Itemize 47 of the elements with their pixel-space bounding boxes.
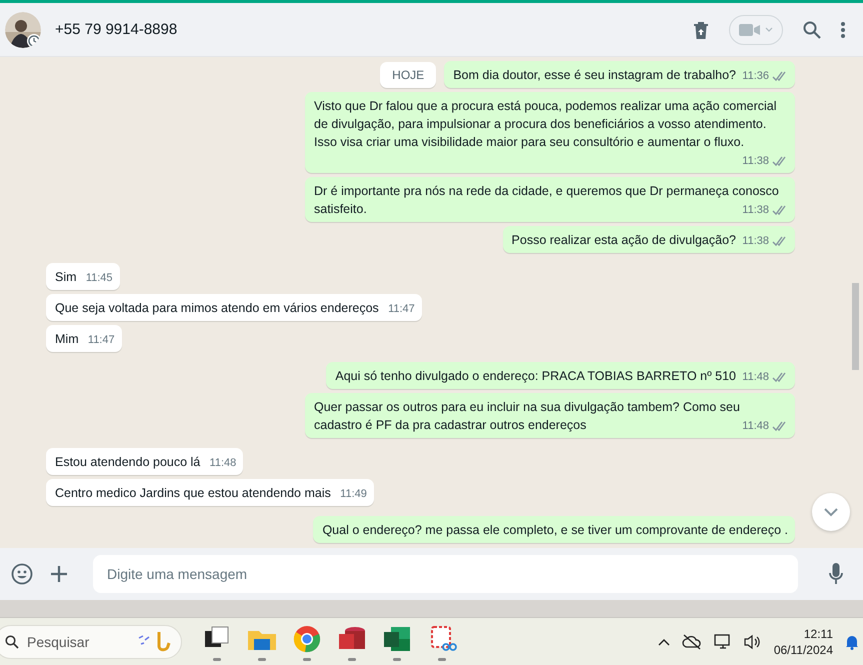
message-time: 11:38 xyxy=(742,154,769,169)
received-message: Que seja voltada para mimos atendo em vários endereços 11:47 xyxy=(46,294,422,321)
microphone-icon[interactable] xyxy=(829,563,843,585)
sent-message: Posso realizar esta ação de divulgação? 11:38 xyxy=(502,226,795,253)
received-message: Sim 11:45 xyxy=(46,263,120,290)
received-message: Estou atendendo pouco lá 11:48 xyxy=(46,448,244,475)
network-icon[interactable] xyxy=(714,634,732,650)
plus-icon[interactable] xyxy=(50,565,68,583)
trash-icon[interactable] xyxy=(693,20,709,38)
message-time: 11:48 xyxy=(742,419,769,434)
chevron-up-icon[interactable] xyxy=(658,638,670,646)
video-camera-icon xyxy=(739,22,761,36)
search-icon[interactable] xyxy=(803,20,821,38)
date-chip: HOJE xyxy=(380,62,436,88)
contact-name: +55 79 9914-8898 xyxy=(55,21,178,38)
scrollbar-thumb[interactable] xyxy=(852,283,859,370)
message-time: 11:36 xyxy=(742,69,769,84)
received-message: Centro medico Jardins que estou atendendo mais 11:49 xyxy=(46,479,374,506)
message-time: 11:38 xyxy=(742,203,769,218)
sent-message: Visto que Dr falou que a procura está pouca, podemos realizar uma ação comercial de divulgação, para impulsionar a procura dos beneficiários a vosso atendimento. Isso visa criar uma visibilidade maior para seu consultório e aumentar o fluxo. 11:38 xyxy=(305,92,795,173)
clock-time[interactable]: 12:11 xyxy=(804,626,833,642)
message-time: 11:49 xyxy=(340,487,367,502)
sent-message: Qual o endereço? me passa ele completo, e se tiver um comprovante de endereço . xyxy=(313,516,795,543)
volume-icon[interactable] xyxy=(744,634,762,650)
menu-icon[interactable] xyxy=(841,22,845,38)
message-time: 11:47 xyxy=(88,333,115,348)
sent-message: Dr é importante pra nós na rede da cidade, e queremos que Dr permaneça conosco satisfeito. 11:38 xyxy=(305,177,795,222)
bell-icon[interactable] xyxy=(845,634,859,650)
received-message: Mim 11:47 xyxy=(46,325,122,352)
caret-icon xyxy=(765,27,773,32)
scroll-down-button[interactable] xyxy=(812,493,850,531)
message-time: 11:48 xyxy=(742,370,769,385)
cloud-off-icon[interactable] xyxy=(682,634,702,650)
sent-message: Quer passar os outros para eu incluir na sua divulgação tambem? Como seu cadastro é PF da pra cadastrar outros endereços 11:48 xyxy=(305,393,795,438)
chevron-down-icon xyxy=(823,507,839,517)
message-time: 11:48 xyxy=(210,456,236,471)
message-time: 11:45 xyxy=(86,271,113,286)
search-icon xyxy=(5,634,19,648)
emoji-icon[interactable] xyxy=(11,563,33,585)
message-input[interactable]: Digite uma mensagem xyxy=(93,555,798,593)
taskbar-search-field[interactable]: Pesquisar xyxy=(0,624,182,658)
message-time: 11:38 xyxy=(742,234,769,249)
contact-avatar[interactable] xyxy=(5,12,41,48)
clock-date[interactable]: 06/11/2024 xyxy=(774,642,833,658)
message-time: 11:47 xyxy=(388,302,415,317)
sent-message: Bom dia doutor, esse é seu instagram de trabalho? 11:36 xyxy=(444,61,795,88)
sent-message: Aqui só tenho divulgado o endereço: PRACA TOBIAS BARRETO nº 510 11:48 xyxy=(326,362,795,389)
